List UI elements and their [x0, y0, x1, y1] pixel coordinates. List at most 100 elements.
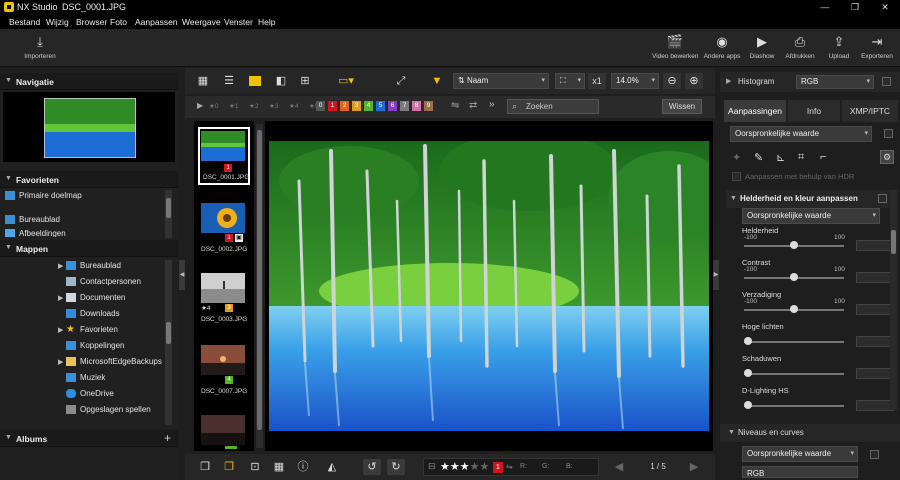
- edit-filter-icon[interactable]: ⇄: [469, 100, 477, 111]
- clear-filter-button[interactable]: Wissen: [662, 99, 702, 114]
- histogram-mode-dropdown[interactable]: RGB ▾: [796, 75, 874, 89]
- favorites-header[interactable]: ▼ Favorieten: [0, 171, 178, 188]
- rating-star[interactable]: ★: [480, 461, 490, 473]
- thumbnail-1[interactable]: 1 DSC_0001.JPG: [198, 127, 250, 185]
- compare-view-icon[interactable]: ◧: [273, 73, 289, 89]
- other-apps-button[interactable]: ◉ Andere apps: [700, 34, 744, 64]
- folder-contactpersonen[interactable]: Contactpersonen: [58, 277, 162, 293]
- star-filter-2[interactable]: ★2: [249, 102, 258, 110]
- slider-value-field[interactable]: [856, 336, 894, 347]
- star-filter-0[interactable]: ★0: [209, 102, 218, 110]
- slider-track[interactable]: [744, 341, 844, 343]
- section-brightness-checkbox[interactable]: [878, 194, 887, 203]
- frame-icon[interactable]: ⊡: [247, 459, 263, 475]
- search-field[interactable]: ⌕ Zoeken: [507, 99, 599, 114]
- rating-star[interactable]: ★: [440, 461, 450, 473]
- slider-knob[interactable]: [790, 273, 798, 281]
- image-viewer[interactable]: [265, 121, 713, 451]
- color-label-badge[interactable]: 1: [493, 462, 503, 473]
- tab-info[interactable]: Info: [788, 100, 840, 122]
- menu-aanpassen[interactable]: Aanpassen: [135, 17, 178, 27]
- preset-checkbox[interactable]: [884, 129, 893, 138]
- filmstrip-layout-icon[interactable]: ▭▾: [333, 73, 359, 89]
- fit-dropdown[interactable]: ⛶ ▾: [555, 73, 585, 89]
- more-icon[interactable]: »: [489, 99, 495, 110]
- slider-track[interactable]: [744, 373, 844, 375]
- close-button[interactable]: ✕: [870, 0, 900, 15]
- rating-star[interactable]: ★: [450, 461, 460, 473]
- tab-xmp-iptc[interactable]: XMP/IPTC: [842, 100, 898, 122]
- slider-knob[interactable]: [744, 337, 752, 345]
- label-filter-9[interactable]: 9: [424, 101, 433, 111]
- slider-value-field[interactable]: [856, 240, 894, 251]
- right-panel-toggle[interactable]: ▶: [713, 260, 719, 290]
- slider-knob[interactable]: [790, 305, 798, 313]
- thumbnail-3[interactable]: ★4 3 DSC_0003.JPG: [198, 269, 250, 327]
- folder-onedrive[interactable]: OneDrive: [58, 389, 162, 405]
- rating-star[interactable]: ★: [470, 461, 480, 473]
- minimize-button[interactable]: —: [810, 0, 840, 15]
- rotate-left-icon[interactable]: ↺: [363, 459, 381, 475]
- play-icon[interactable]: ▶: [197, 101, 203, 110]
- label-filter-6[interactable]: 6: [388, 101, 397, 111]
- histogram-header[interactable]: ▶ Histogram RGB ▾: [720, 72, 900, 92]
- levels-mode-dropdown[interactable]: RGB: [742, 466, 858, 478]
- thumbnail-2[interactable]: 1 ▣ DSC_0002.JPG: [198, 199, 250, 257]
- label-filter-8[interactable]: 8: [412, 101, 421, 111]
- menu-venster[interactable]: Venster: [224, 17, 253, 27]
- menu-browser[interactable]: Browser: [76, 17, 107, 27]
- thumbnail-scrollbar[interactable]: [256, 124, 263, 448]
- thumbnail-5[interactable]: [198, 411, 250, 449]
- menu-foto[interactable]: Foto: [110, 17, 127, 27]
- folder-koppelingen[interactable]: Koppelingen: [58, 341, 162, 357]
- label-filter-4[interactable]: 4: [364, 101, 373, 111]
- folder-downloads[interactable]: Downloads: [58, 309, 162, 325]
- rating-stars[interactable]: ★★★★★: [440, 460, 489, 473]
- stack-icon[interactable]: ❐: [197, 459, 213, 475]
- grid-view-icon[interactable]: ▦: [195, 73, 211, 89]
- menu-bestand[interactable]: Bestand: [9, 17, 40, 27]
- left-panel-toggle[interactable]: ◀: [179, 260, 185, 290]
- menu-wijzig[interactable]: Wijzig: [46, 17, 69, 27]
- auto-adjust-icon[interactable]: ✦: [732, 151, 741, 164]
- settings-gear-icon[interactable]: ⚙: [880, 150, 894, 164]
- fullscreen-icon[interactable]: ⤢: [393, 73, 409, 89]
- filter-icon[interactable]: ▼: [429, 73, 445, 89]
- info-icon[interactable]: ⓘ: [295, 459, 311, 475]
- rating-star[interactable]: ★: [460, 461, 470, 473]
- slider-value-field[interactable]: [856, 304, 894, 315]
- zoom-in-icon[interactable]: ⊕: [685, 73, 703, 89]
- albums-header[interactable]: ▼ Albums +: [0, 430, 178, 447]
- menu-help[interactable]: Help: [258, 17, 275, 27]
- histogram-checkbox[interactable]: [882, 77, 891, 86]
- list-view-icon[interactable]: ☰: [221, 73, 237, 89]
- folders-header[interactable]: ▼ Mappen: [0, 240, 178, 257]
- rotate-right-icon[interactable]: ↻: [387, 459, 405, 475]
- slider-value-field[interactable]: [856, 400, 894, 411]
- brightness-preset-dropdown[interactable]: Oorspronkelijke waarde ▾: [742, 208, 880, 224]
- preset-dropdown[interactable]: Oorspronkelijke waarde ▾: [730, 126, 872, 142]
- video-edit-button[interactable]: 🎬 Video bewerken: [652, 34, 699, 64]
- navigation-preview[interactable]: [3, 92, 175, 162]
- label-filter-2[interactable]: 2: [340, 101, 349, 111]
- folder-documenten[interactable]: ▶ Documenten: [58, 293, 162, 309]
- slider-knob[interactable]: [744, 401, 752, 409]
- hdr-checkbox[interactable]: [732, 172, 741, 181]
- favorites-scrollbar[interactable]: [165, 190, 172, 238]
- zoom-dropdown[interactable]: 14.0% ▾: [611, 73, 659, 89]
- next-image-icon[interactable]: ▶: [685, 459, 703, 475]
- folder-muziek[interactable]: Muziek: [58, 373, 162, 389]
- favorite-pictures[interactable]: Afbeeldingen: [5, 229, 66, 237]
- star-filter-3[interactable]: ★3: [269, 102, 278, 110]
- slider-knob[interactable]: [790, 241, 798, 249]
- label-filter-0[interactable]: 0: [316, 101, 325, 111]
- label-filter-5[interactable]: 5: [376, 101, 385, 111]
- folders-scrollbar[interactable]: [165, 260, 172, 425]
- navigation-header[interactable]: ▼ Navigatie: [0, 73, 178, 90]
- grid-overlay-icon[interactable]: ▦: [271, 459, 287, 475]
- zoom-factor-button[interactable]: x1: [588, 73, 606, 89]
- crop-icon[interactable]: ⌗: [798, 151, 804, 164]
- previous-image-icon[interactable]: ◀: [610, 459, 628, 475]
- restore-button[interactable]: ❐: [840, 0, 870, 15]
- section-levels-header[interactable]: ▼ Niveaus en curves: [720, 424, 900, 442]
